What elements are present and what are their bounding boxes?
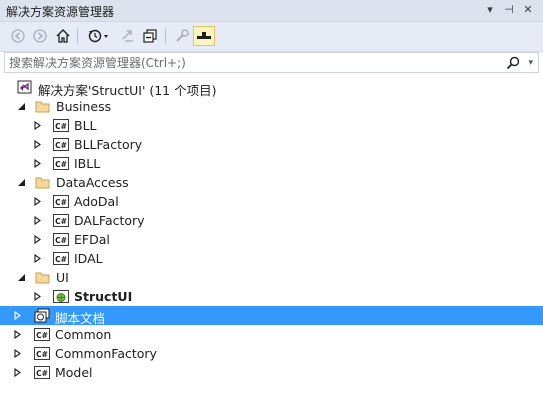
tree-item-label: BLL bbox=[74, 118, 97, 133]
web-project-icon bbox=[53, 290, 69, 303]
collapse-all-button[interactable] bbox=[140, 26, 160, 46]
search-icon[interactable] bbox=[506, 56, 520, 70]
folder-open-icon bbox=[35, 272, 50, 284]
pending-changes-filter-button[interactable] bbox=[84, 26, 114, 46]
csharp-project-icon: C# bbox=[53, 119, 69, 132]
tree-item-label: Model bbox=[55, 365, 93, 380]
collapsed-arrow-icon[interactable] bbox=[13, 311, 22, 320]
tree-item-label: Common bbox=[55, 327, 112, 342]
folder-open-icon bbox=[35, 177, 50, 189]
folder-open-icon bbox=[35, 101, 50, 113]
expanded-arrow-icon[interactable] bbox=[17, 102, 26, 111]
auto-hide-button[interactable]: ⊣ bbox=[502, 3, 516, 17]
svg-text:C#: C# bbox=[55, 255, 67, 264]
csharp-project-icon: C# bbox=[53, 195, 69, 208]
toolbar bbox=[0, 22, 543, 52]
properties-button[interactable] bbox=[172, 26, 192, 46]
website-icon bbox=[34, 308, 50, 323]
csharp-project-icon: C# bbox=[34, 347, 50, 360]
tree-item-label: DataAccess bbox=[56, 175, 129, 190]
close-button[interactable]: ✕ bbox=[521, 3, 535, 17]
collapsed-arrow-icon[interactable] bbox=[33, 197, 42, 206]
tree-item-project-dalfactory[interactable]: C# DALFactory bbox=[0, 211, 543, 230]
csharp-project-icon: C# bbox=[53, 233, 69, 246]
collapsed-arrow-icon[interactable] bbox=[33, 121, 42, 130]
collapsed-arrow-icon[interactable] bbox=[33, 292, 42, 301]
svg-text:C#: C# bbox=[55, 122, 67, 131]
tree-item-label: AdoDal bbox=[74, 194, 119, 209]
tree-item-solution[interactable]: 解决方案'StructUI' (11 个项目) bbox=[0, 78, 543, 98]
csharp-project-icon: C# bbox=[34, 366, 50, 379]
tree-item-folder-dataaccess[interactable]: DataAccess bbox=[0, 173, 543, 192]
panel-options-button[interactable]: ▾ bbox=[483, 3, 497, 17]
forward-icon bbox=[33, 29, 47, 43]
panel-title: 解决方案资源管理器 bbox=[6, 5, 115, 19]
search-input[interactable] bbox=[9, 54, 489, 71]
tree-item-label: IDAL bbox=[74, 251, 103, 266]
tree-item-project-ibll[interactable]: C# IBLL bbox=[0, 154, 543, 173]
tree-item-project-bll[interactable]: C# BLL bbox=[0, 116, 543, 135]
tree-item-project-adodal[interactable]: C# AdoDal bbox=[0, 192, 543, 211]
expanded-arrow-icon[interactable] bbox=[17, 178, 26, 187]
tree-item-label: DALFactory bbox=[74, 213, 145, 228]
svg-text:C#: C# bbox=[55, 236, 67, 245]
preview-selected-items-button[interactable] bbox=[193, 26, 215, 46]
collapsed-arrow-icon[interactable] bbox=[33, 235, 42, 244]
svg-text:C#: C# bbox=[55, 160, 67, 169]
back-icon bbox=[11, 29, 25, 43]
tree-item-label: BLLFactory bbox=[74, 137, 143, 152]
tree-item-label: EFDal bbox=[74, 232, 110, 247]
tree-item-label: UI bbox=[56, 270, 69, 285]
refresh-icon bbox=[122, 30, 133, 42]
tree-item-project-idal[interactable]: C# IDAL bbox=[0, 249, 543, 268]
tree-item-project-common[interactable]: C# Common bbox=[0, 325, 543, 344]
collapsed-arrow-icon[interactable] bbox=[33, 159, 42, 168]
tree-item-project-bllfactory[interactable]: C# BLLFactory bbox=[0, 135, 543, 154]
collapsed-arrow-icon[interactable] bbox=[33, 254, 42, 263]
expanded-arrow-icon[interactable] bbox=[17, 273, 26, 282]
search-options-dropdown[interactable]: ▾ bbox=[528, 55, 533, 71]
panel-title-bar: 解决方案资源管理器 ▾ ⊣ ✕ bbox=[0, 0, 543, 22]
tree-item-folder-ui[interactable]: UI bbox=[0, 268, 543, 287]
svg-text:C#: C# bbox=[36, 350, 48, 359]
tree-item-label: Business bbox=[56, 99, 112, 114]
history-icon bbox=[88, 29, 108, 43]
tree-item-project-efdal[interactable]: C# EFDal bbox=[0, 230, 543, 249]
home-button[interactable] bbox=[53, 26, 73, 46]
svg-text:C#: C# bbox=[36, 369, 48, 378]
svg-text:C#: C# bbox=[36, 331, 48, 340]
back-button[interactable] bbox=[8, 26, 28, 46]
csharp-project-icon: C# bbox=[34, 328, 50, 341]
collapsed-arrow-icon[interactable] bbox=[33, 216, 42, 225]
preview-icon bbox=[197, 32, 211, 39]
csharp-project-icon: C# bbox=[53, 138, 69, 151]
svg-text:C#: C# bbox=[55, 217, 67, 226]
svg-text:C#: C# bbox=[55, 141, 67, 150]
properties-icon bbox=[176, 29, 189, 42]
collapsed-arrow-icon[interactable] bbox=[13, 368, 22, 377]
csharp-project-icon: C# bbox=[53, 214, 69, 227]
csharp-project-icon: C# bbox=[53, 252, 69, 265]
csharp-project-icon: C# bbox=[53, 157, 69, 170]
collapsed-arrow-icon[interactable] bbox=[13, 330, 22, 339]
svg-text:C#: C# bbox=[55, 198, 67, 207]
search-box: ▾ bbox=[4, 52, 539, 73]
tree-item-label: IBLL bbox=[74, 156, 101, 171]
forward-button[interactable] bbox=[30, 26, 50, 46]
tree-item-project-commonfactory[interactable]: C# CommonFactory bbox=[0, 344, 543, 363]
tree-item-project-model[interactable]: C# Model bbox=[0, 363, 543, 382]
tree-item-project-structui[interactable]: StructUI bbox=[0, 287, 543, 306]
tree-item-label: StructUI bbox=[74, 289, 133, 304]
solution-icon bbox=[17, 80, 32, 94]
home-icon bbox=[56, 29, 70, 43]
sync-button[interactable] bbox=[118, 26, 138, 46]
collapsed-arrow-icon[interactable] bbox=[33, 140, 42, 149]
tree-item-website-selected[interactable]: 脚本文档 bbox=[0, 306, 543, 326]
collapse-all-icon bbox=[143, 29, 157, 43]
tree-item-folder-business[interactable]: Business bbox=[0, 97, 543, 116]
collapsed-arrow-icon[interactable] bbox=[13, 349, 22, 358]
tree-item-label: CommonFactory bbox=[55, 346, 157, 361]
